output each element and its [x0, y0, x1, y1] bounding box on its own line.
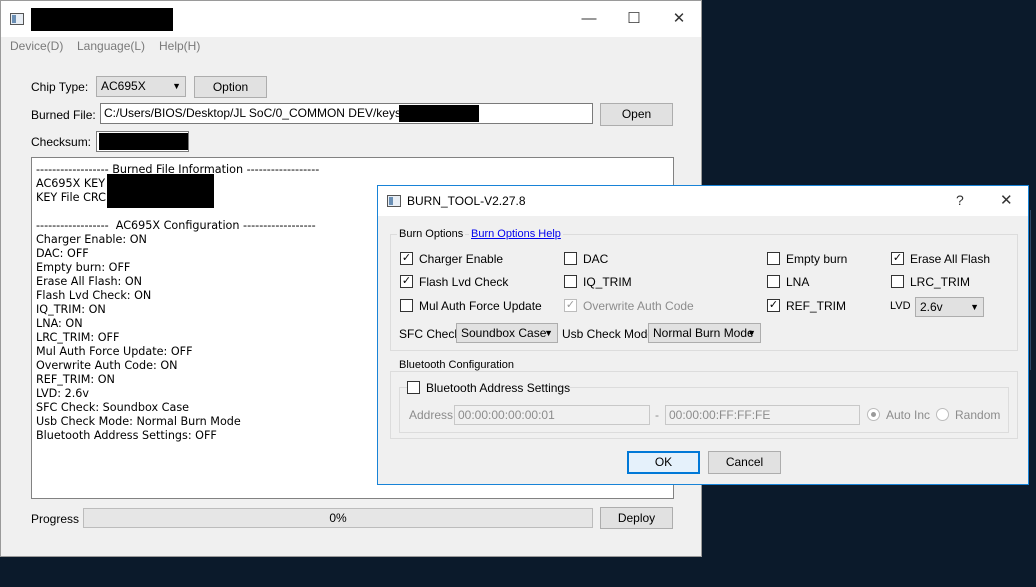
checkbox-label: Mul Auth Force Update	[419, 299, 542, 313]
progress-bar: 0%	[83, 508, 593, 528]
checkbox-label: Charger Enable	[419, 252, 504, 266]
auto-inc-label: Auto Inc	[886, 408, 931, 422]
burn-tool-dialog: BURN_TOOL-V2.27.8 ? ✕ Burn Options Burn …	[377, 185, 1029, 485]
dialog-title: BURN_TOOL-V2.27.8	[407, 194, 526, 208]
checkbox-label: Overwrite Auth Code	[583, 299, 694, 313]
checkbox-box	[400, 299, 413, 312]
random-label: Random	[955, 408, 1001, 422]
menu-help[interactable]: Help(H)	[159, 39, 200, 53]
lvd-value: 2.6v	[920, 300, 943, 314]
checkbox-label: Empty burn	[786, 252, 848, 266]
deploy-button[interactable]: Deploy	[600, 507, 673, 529]
chevron-down-icon: ▼	[544, 328, 553, 338]
lvd-select[interactable]: 2.6v ▼	[915, 297, 984, 317]
checkbox-label: DAC	[583, 252, 609, 266]
sfc-check-label: SFC Check	[399, 327, 461, 341]
chevron-down-icon: ▼	[970, 302, 979, 312]
address-separator: -	[655, 408, 659, 422]
main-titlebar: — ☐ ✕	[1, 1, 701, 37]
redacted-checksum	[99, 133, 188, 150]
redacted-title	[31, 8, 173, 31]
menu-device[interactable]: Device(D)	[10, 39, 63, 53]
progress-text: 0%	[329, 511, 347, 525]
ok-button[interactable]: OK	[627, 451, 700, 474]
close-icon[interactable]: ✕	[659, 7, 699, 31]
cancel-button[interactable]: Cancel	[708, 451, 781, 474]
address-start-input[interactable]: 00:00:00:00:00:01	[454, 405, 650, 425]
dialog-close-icon[interactable]: ✕	[1000, 191, 1013, 209]
checkbox-label: REF_TRIM	[786, 299, 846, 313]
minimize-icon[interactable]: —	[569, 7, 609, 31]
checkmark-icon: ✓	[400, 252, 413, 265]
checkbox-box	[407, 381, 420, 394]
address-start-value: 00:00:00:00:00:01	[458, 408, 555, 422]
address-end-input[interactable]: 00:00:00:FF:FF:FE	[665, 405, 860, 425]
checksum-label: Checksum:	[31, 135, 92, 149]
checkmark-icon: ✓	[891, 252, 904, 265]
address-end-value: 00:00:00:FF:FF:FE	[669, 408, 771, 422]
checkbox-label: IQ_TRIM	[583, 275, 632, 289]
burned-file-label: Burned File:	[31, 108, 96, 122]
burn-options-help-link[interactable]: Burn Options Help	[469, 228, 563, 240]
menu-language[interactable]: Language(L)	[77, 39, 145, 53]
chevron-down-icon: ▼	[747, 328, 756, 338]
sfc-check-select[interactable]: Soundbox Case ▼	[456, 323, 558, 343]
chevron-down-icon: ▼	[172, 81, 181, 91]
checkbox-box	[891, 275, 904, 288]
burned-file-value: C:/Users/BIOS/Desktop/JL SoC/0_COMMON DE…	[104, 106, 405, 120]
checkmark-icon: ✓	[564, 299, 577, 312]
lvd-label: LVD	[890, 300, 911, 312]
option-button[interactable]: Option	[194, 76, 267, 98]
dialog-titlebar: BURN_TOOL-V2.27.8 ? ✕	[378, 186, 1028, 216]
bluetooth-config-title: Bluetooth Configuration	[397, 359, 516, 371]
address-label: Address	[409, 408, 454, 422]
chip-type-select[interactable]: AC695X ▼	[96, 76, 186, 97]
progress-label: Progress	[31, 512, 80, 526]
checkmark-icon: ✓	[767, 299, 780, 312]
checkbox-label: LRC_TRIM	[910, 275, 971, 289]
checkmark-icon: ✓	[400, 275, 413, 288]
checkbox-label: Erase All Flash	[910, 252, 991, 266]
chip-type-value: AC695X	[101, 79, 146, 93]
burn-options-title: Burn Options	[397, 228, 466, 240]
app-icon	[10, 13, 24, 25]
checkbox-label: Flash Lvd Check	[419, 275, 509, 289]
menubar: Device(D) Language(L) Help(H)	[1, 37, 701, 57]
usb-check-mode-label: Usb Check Mode	[562, 327, 655, 341]
checkbox-label: LNA	[786, 275, 810, 289]
chip-type-label: Chip Type:	[31, 80, 89, 94]
open-button[interactable]: Open	[600, 103, 673, 126]
dialog-app-icon	[387, 195, 401, 207]
checkbox-box	[564, 275, 577, 288]
usb-check-mode-value: Normal Burn Mode	[653, 326, 754, 340]
bluetooth-address-settings-checkbox[interactable]: Bluetooth Address Settings	[407, 380, 570, 396]
checkbox-box	[767, 252, 780, 265]
redacted-key-info	[107, 174, 214, 208]
maximize-icon[interactable]: ☐	[614, 7, 654, 31]
checkbox-label: Bluetooth Address Settings	[426, 381, 571, 395]
burned-file-input[interactable]: C:/Users/BIOS/Desktop/JL SoC/0_COMMON DE…	[100, 103, 593, 124]
checkbox-box	[767, 275, 780, 288]
sfc-check-value: Soundbox Case	[461, 326, 547, 340]
background-window-edge	[1030, 210, 1036, 370]
help-icon[interactable]: ?	[956, 192, 964, 208]
redacted-file-name	[399, 105, 479, 122]
checkbox-box	[564, 252, 577, 265]
usb-check-mode-select[interactable]: Normal Burn Mode ▼	[648, 323, 761, 343]
